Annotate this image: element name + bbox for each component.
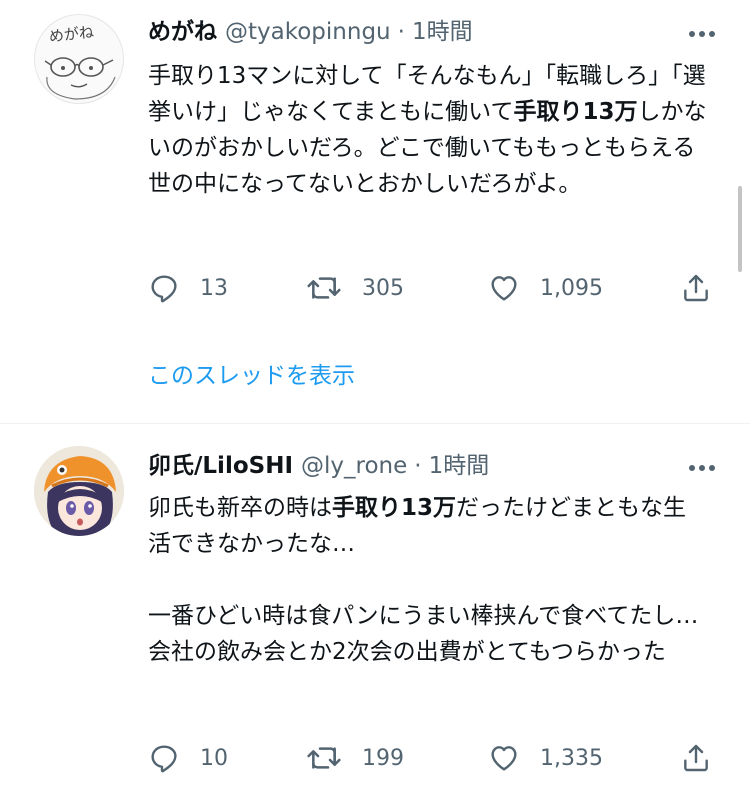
- display-name[interactable]: 卯氏/LiloSHI: [148, 448, 293, 484]
- share-icon: [684, 274, 708, 302]
- tweet-text-bold-segment: 手取り13万: [332, 495, 457, 521]
- retweet-icon: [307, 277, 341, 299]
- reply-icon: [151, 275, 177, 303]
- like-button[interactable]: 1,095: [488, 268, 603, 308]
- tweet-1[interactable]: めがね めがね @tyakopinngu · 1時間 手取り13マンに対して「そ…: [0, 0, 750, 423]
- share-button[interactable]: [680, 738, 712, 778]
- like-count: 1,335: [540, 745, 603, 771]
- display-name[interactable]: めがね: [148, 14, 217, 50]
- reply-count: 10: [200, 745, 228, 771]
- retweet-button[interactable]: 305: [306, 268, 404, 308]
- tweet-actions: 13 305 1,095: [148, 268, 728, 308]
- avatar-drawing: [34, 446, 124, 536]
- reply-button[interactable]: 10: [148, 738, 228, 778]
- more-button[interactable]: [684, 450, 720, 486]
- share-icon: [684, 744, 708, 772]
- avatar[interactable]: めがね: [34, 14, 124, 104]
- separator-dot: ·: [414, 453, 422, 479]
- reply-count: 13: [200, 275, 228, 301]
- like-icon: [491, 276, 517, 301]
- show-thread-link[interactable]: このスレッドを表示: [148, 358, 355, 394]
- tweet-header: めがね @tyakopinngu · 1時間: [148, 14, 473, 50]
- tweet-text: 手取り13マンに対して「そんなもん」「転職しろ」「選挙いけ」じゃなくてまともに働…: [148, 58, 708, 202]
- reply-button[interactable]: 13: [148, 268, 228, 308]
- more-icon: [689, 465, 715, 471]
- retweet-count: 305: [362, 275, 404, 301]
- tweet-header: 卯氏/LiloSHI @ly_rone · 1時間: [148, 448, 489, 484]
- more-button[interactable]: [684, 16, 720, 52]
- like-icon: [491, 746, 517, 771]
- like-count: 1,095: [540, 275, 603, 301]
- tweet-actions: 10 199 1,335: [148, 738, 728, 778]
- avatar[interactable]: [34, 446, 124, 536]
- reply-icon: [151, 745, 177, 773]
- timestamp[interactable]: 1時間: [429, 448, 490, 484]
- separator-dot: ·: [397, 19, 405, 45]
- tweet-text-bold-segment: 手取り13万: [513, 99, 638, 125]
- timestamp[interactable]: 1時間: [412, 14, 473, 50]
- avatar-drawing: めがね: [44, 23, 116, 100]
- retweet-icon: [307, 747, 341, 769]
- tweet-text-segment: 卯氏も新卒の時は: [148, 495, 332, 521]
- avatar-handwritten-name: めがね: [48, 23, 95, 46]
- more-icon: [689, 31, 715, 37]
- user-handle[interactable]: @tyakopinngu: [225, 14, 391, 50]
- user-handle[interactable]: @ly_rone: [301, 448, 407, 484]
- like-button[interactable]: 1,335: [488, 738, 603, 778]
- tweet-2[interactable]: 卯氏/LiloSHI @ly_rone · 1時間 卯氏も新卒の時は手取り13万…: [0, 424, 750, 799]
- tweet-text: 卯氏も新卒の時は手取り13万だったけどまともな生活できなかったな… 一番ひどい時…: [148, 490, 708, 670]
- retweet-count: 199: [362, 745, 404, 771]
- retweet-button[interactable]: 199: [306, 738, 404, 778]
- share-button[interactable]: [680, 268, 712, 308]
- scrollbar[interactable]: [738, 186, 742, 272]
